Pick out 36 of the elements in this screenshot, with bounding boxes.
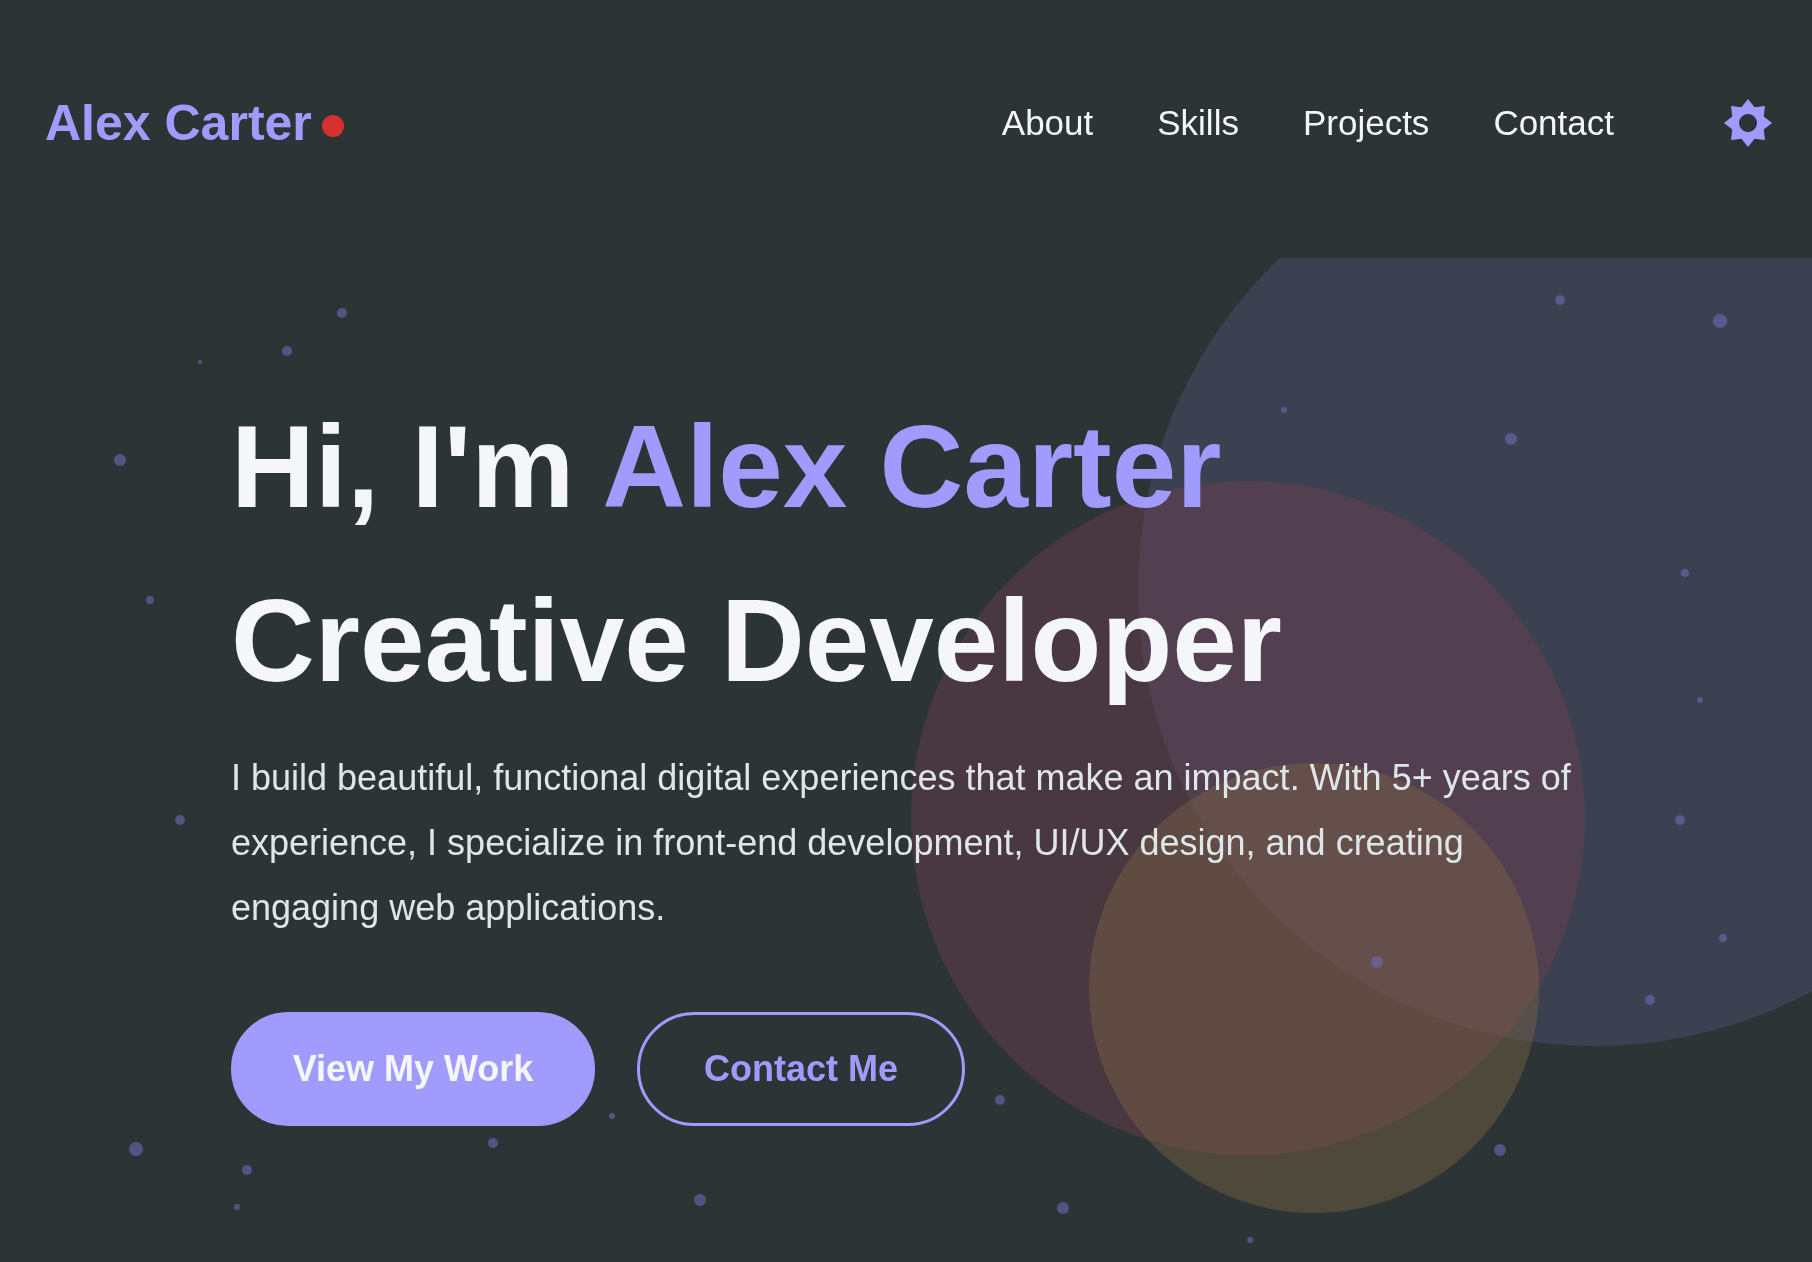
particle-dot xyxy=(1697,697,1703,703)
particle-dot xyxy=(1057,1202,1069,1214)
particle-dot xyxy=(1555,295,1565,305)
nav-link[interactable]: Contact xyxy=(1493,96,1614,150)
hero-title: Creative Developer xyxy=(231,575,1282,708)
nav-link[interactable]: Projects xyxy=(1302,96,1430,150)
particle-dot xyxy=(242,1165,252,1175)
particle-dot xyxy=(282,346,292,356)
settings-icon[interactable] xyxy=(1724,99,1772,147)
particle-dot xyxy=(337,308,347,318)
nav-link[interactable]: About xyxy=(1001,96,1094,150)
particle-dot xyxy=(609,1113,615,1119)
particle-dot xyxy=(1719,934,1727,942)
nav-link[interactable]: Skills xyxy=(1157,96,1239,150)
particle-dot xyxy=(114,454,126,466)
hero-description: I build beautiful, functional digital experiences that make an impact. With 5+ years of experience, I specialize in front-end development, UI/UX design, and creating engaging web applications. xyxy=(231,756,1572,930)
contact-button[interactable]: Contact Me xyxy=(637,1012,965,1126)
particle-dot xyxy=(1371,956,1383,968)
particle-dot xyxy=(1281,407,1287,413)
particle-dot xyxy=(1681,569,1689,577)
particle-dot xyxy=(488,1138,498,1148)
particle-dot xyxy=(1505,433,1517,445)
particle-dot xyxy=(694,1194,706,1206)
particle-dot xyxy=(129,1142,143,1156)
particle-dot xyxy=(175,815,185,825)
particle-dot xyxy=(234,1204,240,1210)
logo[interactable]: Alex Carter xyxy=(45,85,312,161)
particle-dot xyxy=(1713,314,1727,328)
hero-heading: Hi, I'm Alex Carter xyxy=(231,401,1222,534)
particle-dot xyxy=(995,1095,1005,1105)
particle-dot xyxy=(1494,1144,1506,1156)
particle-dot xyxy=(198,360,202,364)
particle-dot xyxy=(1247,1237,1253,1243)
particle-dot xyxy=(1645,995,1655,1005)
particle-dot xyxy=(146,596,154,604)
particle-dot xyxy=(1675,815,1685,825)
